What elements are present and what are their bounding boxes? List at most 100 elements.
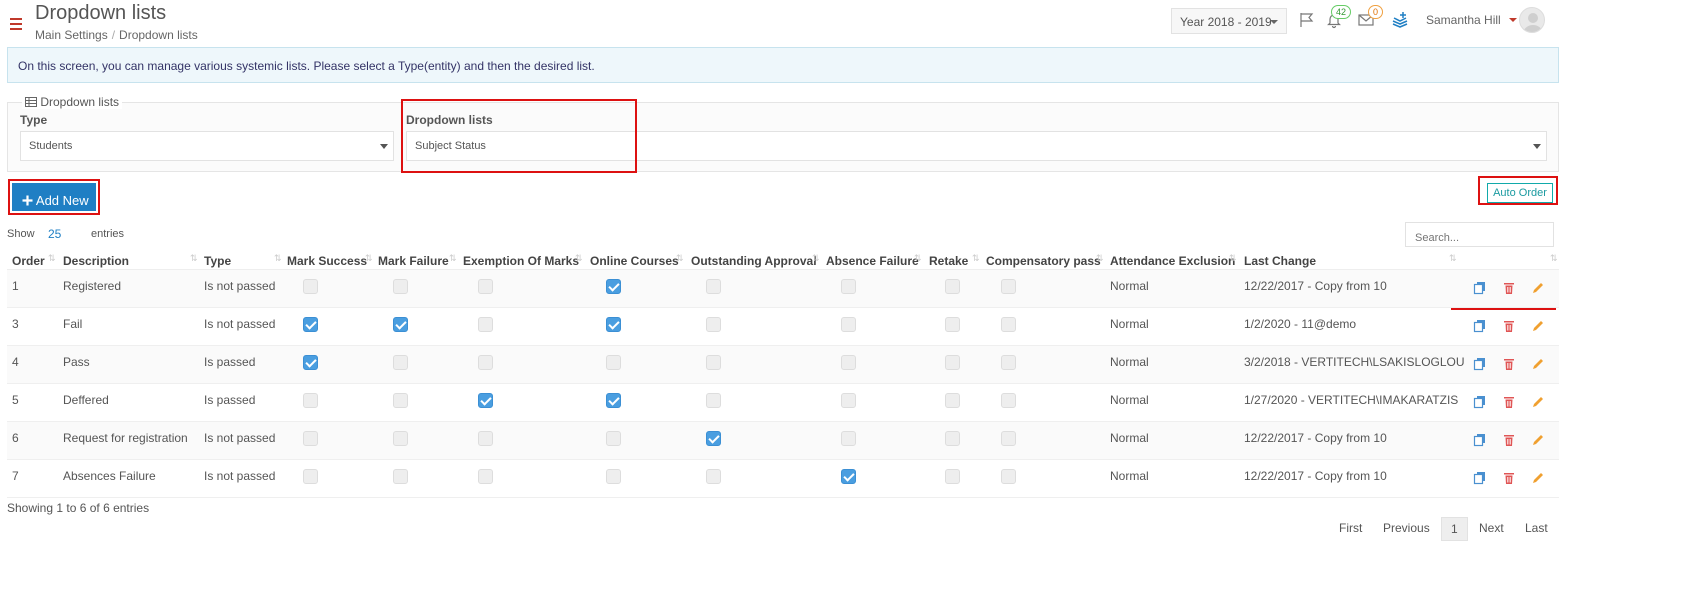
checkbox-outstanding-approval[interactable] <box>706 317 721 332</box>
checkbox-outstanding-approval[interactable] <box>706 393 721 408</box>
copy-icon[interactable] <box>1473 395 1487 409</box>
checkbox-exemption-of-marks[interactable] <box>478 317 493 332</box>
copy-icon[interactable] <box>1473 281 1487 295</box>
checkbox-compensatory-pass[interactable] <box>1001 431 1016 446</box>
checkbox-mark-success[interactable] <box>303 355 318 370</box>
checkbox-exemption-of-marks[interactable] <box>478 355 493 370</box>
copy-icon[interactable] <box>1473 433 1487 447</box>
copy-icon[interactable] <box>1473 471 1487 485</box>
checkbox-mark-success[interactable] <box>303 393 318 408</box>
checkbox-exemption-of-marks[interactable] <box>478 469 493 484</box>
sort-icon[interactable]: ⇅ <box>676 253 684 264</box>
col-last-change[interactable]: Last Change <box>1244 254 1316 268</box>
pencil-icon[interactable] <box>1531 433 1545 447</box>
col-retake[interactable]: Retake <box>929 254 968 268</box>
sort-icon[interactable]: ⇅ <box>1229 253 1237 264</box>
sort-icon[interactable]: ⇅ <box>365 253 373 264</box>
copy-icon[interactable] <box>1473 357 1487 371</box>
checkbox-retake[interactable] <box>945 317 960 332</box>
checkbox-online-courses[interactable] <box>606 279 621 294</box>
checkbox-exemption-of-marks[interactable] <box>478 431 493 446</box>
checkbox-mark-success[interactable] <box>303 469 318 484</box>
type-select[interactable]: Students <box>20 131 394 161</box>
pencil-icon[interactable] <box>1531 281 1545 295</box>
checkbox-retake[interactable] <box>945 469 960 484</box>
menu-icon[interactable] <box>10 18 22 30</box>
col-absence-failure[interactable]: Absence Failure <box>826 254 919 268</box>
pencil-icon[interactable] <box>1531 395 1545 409</box>
breadcrumb-main-settings[interactable]: Main Settings <box>35 28 108 42</box>
checkbox-compensatory-pass[interactable] <box>1001 317 1016 332</box>
checkbox-mark-failure[interactable] <box>393 317 408 332</box>
checkbox-outstanding-approval[interactable] <box>706 279 721 294</box>
checkbox-absence-failure[interactable] <box>841 317 856 332</box>
checkbox-retake[interactable] <box>945 431 960 446</box>
year-select[interactable]: Year 2018 - 2019 <box>1171 8 1287 34</box>
pagination-previous[interactable]: Previous <box>1383 521 1430 535</box>
sort-icon[interactable]: ⇅ <box>914 253 922 264</box>
col-attendance-exclusion[interactable]: Attendance Exclusion <box>1110 254 1235 268</box>
col-mark-failure[interactable]: Mark Failure <box>378 254 449 268</box>
col-mark-success[interactable]: Mark Success <box>287 254 367 268</box>
trash-icon[interactable] <box>1502 357 1516 371</box>
pagination-last[interactable]: Last <box>1525 521 1548 535</box>
checkbox-mark-failure[interactable] <box>393 355 408 370</box>
checkbox-outstanding-approval[interactable] <box>706 469 721 484</box>
checkbox-compensatory-pass[interactable] <box>1001 469 1016 484</box>
checkbox-absence-failure[interactable] <box>841 279 856 294</box>
col-exemption-of-marks[interactable]: Exemption Of Marks <box>463 254 579 268</box>
sort-icon[interactable]: ⇅ <box>190 253 198 264</box>
checkbox-online-courses[interactable] <box>606 431 621 446</box>
checkbox-compensatory-pass[interactable] <box>1001 393 1016 408</box>
sort-icon[interactable]: ⇅ <box>1550 253 1558 264</box>
flag-icon[interactable] <box>1298 11 1316 29</box>
sort-icon[interactable]: ⇅ <box>449 253 457 264</box>
trash-icon[interactable] <box>1502 395 1516 409</box>
checkbox-online-courses[interactable] <box>606 355 621 370</box>
auto-order-button[interactable]: Auto Order <box>1487 183 1553 203</box>
add-new-button[interactable]: Add New <box>12 183 96 211</box>
checkbox-mark-success[interactable] <box>303 317 318 332</box>
trash-icon[interactable] <box>1502 433 1516 447</box>
trash-icon[interactable] <box>1502 471 1516 485</box>
checkbox-outstanding-approval[interactable] <box>706 355 721 370</box>
col-compensatory-pass[interactable]: Compensatory pass <box>986 254 1101 268</box>
user-caret-icon[interactable] <box>1509 18 1517 22</box>
checkbox-online-courses[interactable] <box>606 393 621 408</box>
pagination-page-1[interactable]: 1 <box>1441 517 1468 541</box>
trash-icon[interactable] <box>1502 281 1516 295</box>
avatar[interactable] <box>1519 7 1545 33</box>
checkbox-absence-failure[interactable] <box>841 469 856 484</box>
user-name[interactable]: Samantha Hill <box>1426 13 1501 27</box>
checkbox-online-courses[interactable] <box>606 317 621 332</box>
checkbox-retake[interactable] <box>945 279 960 294</box>
pagination-next[interactable]: Next <box>1479 521 1504 535</box>
col-outstanding-approval[interactable]: Outstanding Approval <box>691 254 817 268</box>
sort-icon[interactable]: ⇅ <box>812 253 820 264</box>
checkbox-mark-failure[interactable] <box>393 393 408 408</box>
checkbox-exemption-of-marks[interactable] <box>478 279 493 294</box>
sort-icon[interactable]: ⇅ <box>1449 253 1457 264</box>
checkbox-retake[interactable] <box>945 355 960 370</box>
checkbox-absence-failure[interactable] <box>841 355 856 370</box>
checkbox-mark-success[interactable] <box>303 279 318 294</box>
checkbox-compensatory-pass[interactable] <box>1001 355 1016 370</box>
sort-icon[interactable]: ⇅ <box>972 253 980 264</box>
sort-icon[interactable]: ⇅ <box>274 253 282 264</box>
col-order[interactable]: Order <box>12 254 45 268</box>
checkbox-exemption-of-marks[interactable] <box>478 393 493 408</box>
col-online-courses[interactable]: Online Courses <box>590 254 679 268</box>
checkbox-online-courses[interactable] <box>606 469 621 484</box>
sort-icon[interactable]: ⇅ <box>48 253 56 264</box>
pencil-icon[interactable] <box>1531 319 1545 333</box>
sort-icon[interactable]: ⇅ <box>1096 253 1104 264</box>
col-type[interactable]: Type <box>204 254 231 268</box>
pencil-icon[interactable] <box>1531 357 1545 371</box>
checkbox-mark-failure[interactable] <box>393 279 408 294</box>
checkbox-absence-failure[interactable] <box>841 431 856 446</box>
checkbox-compensatory-pass[interactable] <box>1001 279 1016 294</box>
page-length-select[interactable]: 25 <box>48 227 61 241</box>
pencil-icon[interactable] <box>1531 471 1545 485</box>
layers-icon[interactable] <box>1391 11 1409 29</box>
copy-icon[interactable] <box>1473 319 1487 333</box>
